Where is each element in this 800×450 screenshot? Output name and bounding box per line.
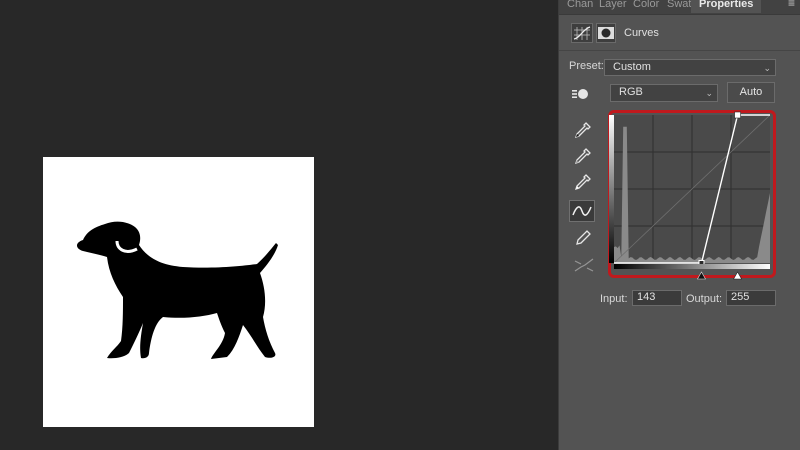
document-canvas[interactable] (43, 157, 314, 427)
canvas-workspace (0, 0, 556, 450)
channel-value: RGB (619, 86, 643, 98)
preset-label: Preset: (569, 60, 604, 72)
black-point-eyedropper-icon[interactable] (573, 120, 593, 140)
properties-panel: Chan Layer Color Swat Properties ≡ Curve… (558, 0, 800, 450)
targeted-adjustment-icon[interactable] (571, 85, 591, 105)
preset-dropdown[interactable]: Custom ⌄ (604, 59, 776, 76)
gray-point-eyedropper-icon[interactable] (573, 146, 593, 166)
output-label: Output: (686, 293, 723, 305)
tab-layers[interactable]: Layer (599, 0, 627, 13)
chevron-down-icon: ⌄ (705, 88, 713, 98)
black-input-slider[interactable] (696, 271, 706, 280)
dog-silhouette (76, 221, 278, 359)
white-point-eyedropper-icon[interactable] (573, 172, 593, 192)
tab-swatches[interactable]: Swat (667, 0, 691, 13)
tab-properties[interactable]: Properties (691, 0, 762, 13)
output-gradient-bar (609, 115, 614, 263)
header-divider (559, 50, 800, 51)
curves-graph[interactable] (608, 110, 776, 285)
output-field[interactable]: 255 (726, 290, 776, 306)
tab-channels[interactable]: Chan (567, 0, 593, 13)
curve-point-white[interactable] (734, 111, 741, 119)
input-gradient-bar (614, 264, 770, 269)
tab-color[interactable]: Color (633, 0, 659, 13)
chevron-down-icon: ⌄ (763, 63, 771, 73)
pencil-draw-icon[interactable] (573, 228, 593, 248)
channel-dropdown[interactable]: RGB ⌄ (610, 84, 718, 102)
properties-header: Curves (559, 18, 800, 48)
input-field[interactable]: 143 (632, 290, 682, 306)
auto-button[interactable]: Auto (727, 82, 775, 103)
curves-adjustment-icon[interactable] (571, 23, 593, 43)
white-input-slider[interactable] (733, 271, 743, 280)
hamburger-menu-icon[interactable]: ≡ (788, 0, 795, 10)
smooth-curve-icon (573, 255, 594, 275)
curve-point-tool-icon[interactable] (569, 200, 595, 222)
properties-title: Curves (624, 27, 659, 39)
preset-value: Custom (613, 61, 651, 73)
layer-mask-icon[interactable] (596, 23, 616, 43)
input-label: Input: (600, 293, 628, 305)
panel-tab-bar: Chan Layer Color Swat Properties ≡ (559, 0, 800, 15)
